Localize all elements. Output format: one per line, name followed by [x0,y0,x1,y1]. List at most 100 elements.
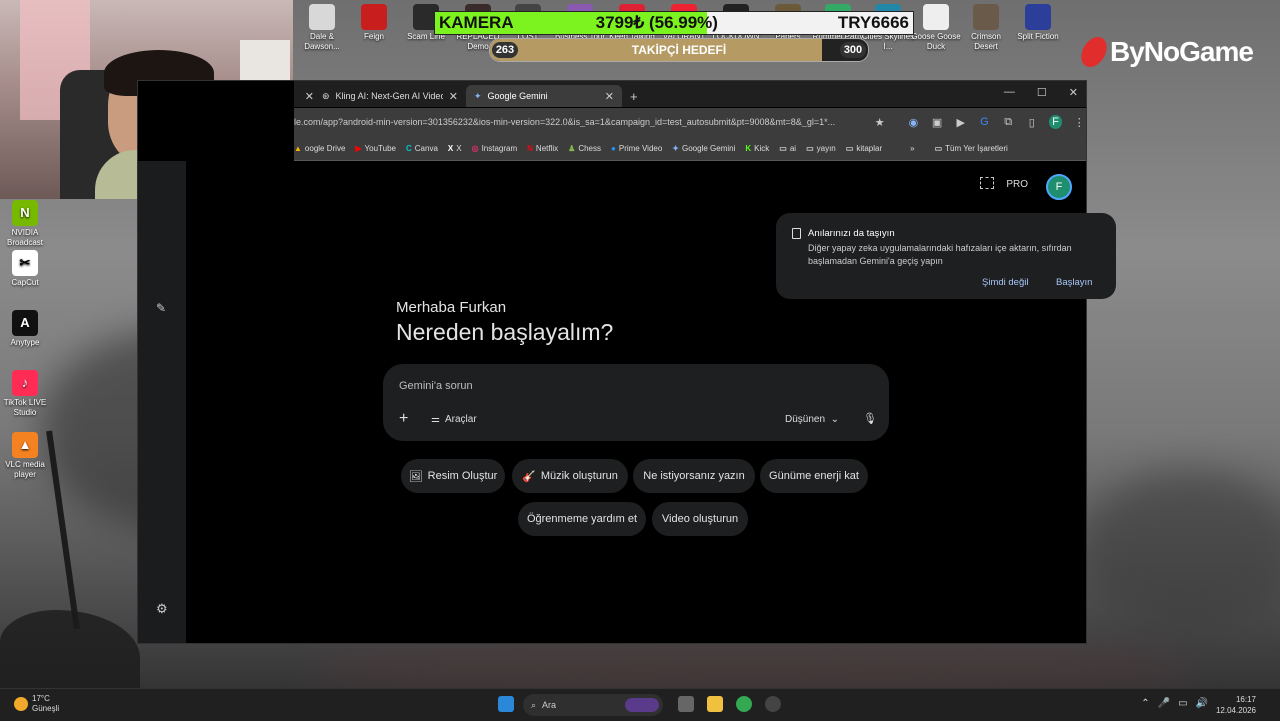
bookmark-item[interactable]: ▶ YouTube [355,144,396,153]
account-avatar[interactable]: F [1046,174,1072,200]
volume-icon[interactable]: 🔊 [1196,698,1208,709]
gemini-sidebar: ✎ ⚙ [138,161,186,643]
extension-audio-icon[interactable]: ◉ [907,115,921,129]
suggestion-chip[interactable]: Günüme enerji kat [760,459,868,493]
windows-start-icon[interactable] [498,696,514,712]
bookmark-item[interactable]: XX [448,144,462,153]
screen-share-icon[interactable] [980,177,994,189]
desktop-icon[interactable]: Goose Goose Duck [910,4,962,52]
close-window-icon[interactable]: ✕ [1069,86,1078,99]
bookmark-icon: ▲ [294,143,302,153]
prompt-input[interactable]: Gemini'a sorun [399,380,473,392]
suggestion-chip[interactable]: Ne istiyorsanız yazın [633,459,755,493]
clock[interactable]: 16:17 12.04.2026 [1216,694,1256,716]
suggestion-chip[interactable]: 🎸 Müzik oluşturun [512,459,628,493]
bookmark-item[interactable]: K Kick [745,144,769,153]
bookmark-item[interactable]: ♟ Chess [568,144,601,153]
maximize-icon[interactable]: ☐ [1037,86,1047,99]
microphone-icon[interactable]: 🎙 [863,412,877,425]
settings-gear-icon[interactable]: ⚙ [156,601,168,617]
add-attachment-icon[interactable]: + [399,410,408,428]
network-icon[interactable]: ▭ [1178,698,1187,709]
browser-toolbar: le.com/app?android-min-version=301356232… [294,108,1086,136]
search-highlight-icon [625,698,659,712]
extension-screen-icon[interactable]: ▣ [930,115,944,129]
desktop-icon[interactable]: ♪ TikTok LIVE Studio [0,370,50,418]
memory-import-card: Anılarınızı da taşıyın Diğer yapay zeka … [776,213,1116,299]
bookmark-icon: K [745,143,752,153]
minimize-icon[interactable]: — [1004,86,1015,99]
not-now-button[interactable]: Şimdi değil [982,277,1028,288]
bookmark-icon: ♟ [568,143,576,153]
suggestion-chip[interactable]: Öğrenmeme yardım et [518,502,646,536]
all-bookmarks-folder[interactable]: ▭ Tüm Yer İşaretleri [935,144,1008,153]
bookmark-item[interactable]: ▲ oogle Drive [294,144,345,153]
follower-goal-bar: 263 TAKİPÇİ HEDEFİ 300 [489,38,869,62]
mode-selector[interactable]: Düşünen ⌄ [785,414,839,425]
temperature: 17°C [32,694,50,703]
tray-chevron-icon[interactable]: ⌃ [1141,698,1149,709]
file-explorer-icon[interactable] [707,696,723,712]
app-icon[interactable] [765,696,781,712]
prompt-box[interactable]: Gemini'a sorun + ⚌ Araçlar Düşünen ⌄ 🎙 [383,364,889,441]
gemini-favicon-icon: ✦ [474,90,482,101]
taskbar: 17°C Güneşli ⌕ Ara ⌃ 🎤 ▭ 🔊 16:17 12.04.2… [0,688,1280,721]
bookmark-item[interactable]: ▭ yayın [806,144,836,153]
app-icon: ♪ [12,370,38,396]
profile-avatar-icon[interactable]: F [1048,115,1063,129]
tab-gemini[interactable]: ✦ Google Gemini ✕ [466,85,622,107]
bookmark-item[interactable]: ◎ Instagram [472,144,518,153]
microphone-tray-icon[interactable]: 🎤 [1158,698,1170,709]
bookmark-star-icon[interactable]: ★ [873,115,887,129]
weather-widget[interactable]: 17°C Güneşli [14,694,59,714]
new-chat-icon[interactable]: ✎ [156,301,166,315]
sidepanel-icon[interactable]: ▯ [1025,115,1039,129]
bookmarks-bar: ▲ oogle Drive ▶ YouTube C Canva X X ◎ Instagram N N… [294,136,1086,161]
camera-value: 3799₺ (56.99%) [595,13,718,32]
new-tab-button[interactable]: + [622,85,646,107]
desktop-icon[interactable]: Crimson Desert [960,4,1012,52]
start-button[interactable]: Başlayın [1056,277,1092,288]
bookmark-item[interactable]: ▭ ai [779,144,796,153]
gemini-main: PRO F Anılarınızı da taşıyın Diğer yapay… [186,161,1116,643]
desktop-icon[interactable]: Dale & Dawson... [296,4,348,52]
desktop-icon[interactable]: Split Fiction [1012,4,1064,42]
tab-kling[interactable]: ⊛ Kling AI: Next-Gen AI Video & A ✕ [314,85,466,107]
bookmark-item[interactable]: ✦ Google Gemini [672,144,735,153]
close-icon[interactable]: ✕ [449,90,458,103]
bookmark-item[interactable]: N Netflix [527,144,558,153]
bookmark-item[interactable]: ● Prime Video [611,144,662,153]
page-title: Nereden başlayalım? [396,319,614,345]
extensions-icon[interactable]: ⧉ [1001,115,1015,129]
suggestion-chip[interactable]: 🖼 Resim Oluştur [401,459,505,493]
weather-condition: Güneşli [32,704,60,713]
desktop-icon[interactable]: ▲ VLC media player [0,432,50,480]
desktop-icon[interactable]: A Anytype [0,310,50,348]
greeting: Merhaba Furkan [396,299,507,316]
chrome-icon[interactable] [736,696,752,712]
pro-badge[interactable]: PRO [1006,179,1028,190]
bookmarks-overflow-button[interactable]: » [910,144,914,153]
desktop-icon[interactable]: ✂ CapCut [0,250,50,288]
bookmark-item[interactable]: C Canva [406,144,438,153]
chip-emoji-icon: 🎸 [522,470,536,483]
extension-play-icon[interactable]: ▶ [954,115,968,129]
close-icon[interactable]: ✕ [605,90,614,103]
bookmark-icon: ● [611,143,616,153]
app-icon [1025,4,1051,30]
menu-dots-icon[interactable]: ⋮ [1072,115,1086,129]
tab-close-icon[interactable]: ✕ [294,85,314,107]
bookmark-item[interactable]: ▭ kitaplar [846,144,882,153]
translate-icon[interactable]: G [978,115,992,129]
bookmark-icon: ▭ [845,143,854,153]
app-icon: ▲ [12,432,38,458]
chip-emoji-icon: 🖼 [408,470,423,483]
suggestion-chip[interactable]: Video oluşturun [652,502,748,536]
address-bar[interactable]: le.com/app?android-min-version=301356232… [294,117,861,127]
taskbar-search[interactable]: ⌕ Ara [523,694,663,716]
tools-button[interactable]: ⚌ Araçlar [431,414,477,425]
desktop-icon[interactable]: Feign [348,4,400,42]
desktop-icon[interactable]: N NVIDIA Broadcast [0,200,50,248]
app-icon [361,4,387,30]
task-view-icon[interactable] [678,696,694,712]
